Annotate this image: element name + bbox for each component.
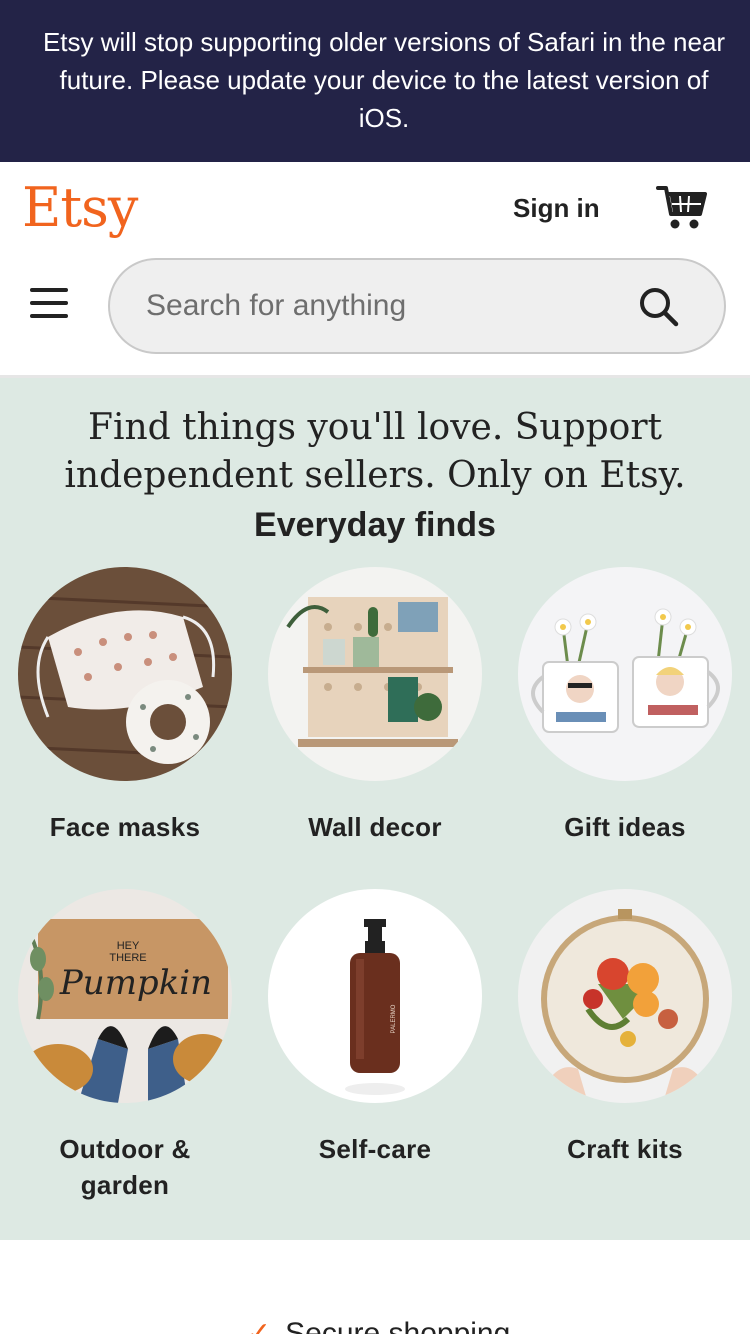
category-label[interactable]: Gift ideas <box>500 809 750 845</box>
svg-text:Pumpkin: Pumpkin <box>59 963 212 1003</box>
search-bar[interactable] <box>108 258 726 354</box>
checkmark-icon: ✓ <box>246 1317 272 1334</box>
everyday-finds-heading: Everyday finds <box>254 506 496 544</box>
hero-tagline: Find things you'll love. Support indepen… <box>64 407 686 496</box>
category-wall-decor[interactable]: Wall decor <box>250 567 500 889</box>
category-outdoor-garden[interactable]: HEY THERE Pumpkin Outdoor & garden <box>0 889 250 1211</box>
gift-ideas-image[interactable] <box>518 567 732 781</box>
category-face-masks[interactable]: Face masks <box>0 567 250 889</box>
category-self-care[interactable]: PALERMO Self-care <box>250 889 500 1211</box>
svg-text:PALERMO: PALERMO <box>391 1004 397 1033</box>
category-label[interactable]: Outdoor & garden <box>0 1131 250 1203</box>
sign-in-link[interactable]: Sign in <box>513 193 600 224</box>
svg-text:HEY: HEY <box>117 940 140 952</box>
category-label[interactable]: Craft kits <box>500 1131 750 1167</box>
category-grid: Face masks Wall decor Gift ideas HEY THE… <box>0 567 750 1211</box>
outdoor-garden-image[interactable]: HEY THERE Pumpkin <box>18 889 232 1103</box>
secure-shopping-text: Secure shopping <box>285 1317 511 1334</box>
banner-text: Etsy will stop supporting older versions… <box>42 27 726 133</box>
category-label[interactable]: Face masks <box>0 809 250 845</box>
craft-kits-image[interactable] <box>518 889 732 1103</box>
site-header: Etsy Sign in <box>0 162 750 378</box>
safari-support-banner: Etsy will stop supporting older versions… <box>0 0 750 162</box>
shopping-cart-icon[interactable] <box>656 184 708 232</box>
wall-decor-image[interactable] <box>268 567 482 781</box>
self-care-image[interactable]: PALERMO <box>268 889 482 1103</box>
secure-shopping-row: ✓ Secure shopping <box>246 1316 510 1334</box>
category-craft-kits[interactable]: Craft kits <box>500 889 750 1211</box>
search-input[interactable] <box>146 260 616 352</box>
etsy-logo[interactable]: Etsy <box>22 176 138 239</box>
category-gift-ideas[interactable]: Gift ideas <box>500 567 750 889</box>
face-masks-image[interactable] <box>18 567 232 781</box>
hero-section: Find things you'll love. Support indepen… <box>0 378 750 1240</box>
search-icon[interactable] <box>637 285 681 329</box>
below-fold-section: ✓ Secure shopping <box>0 1240 750 1334</box>
hamburger-menu-icon[interactable] <box>30 288 68 318</box>
category-label[interactable]: Self-care <box>250 1131 500 1167</box>
category-label[interactable]: Wall decor <box>250 809 500 845</box>
